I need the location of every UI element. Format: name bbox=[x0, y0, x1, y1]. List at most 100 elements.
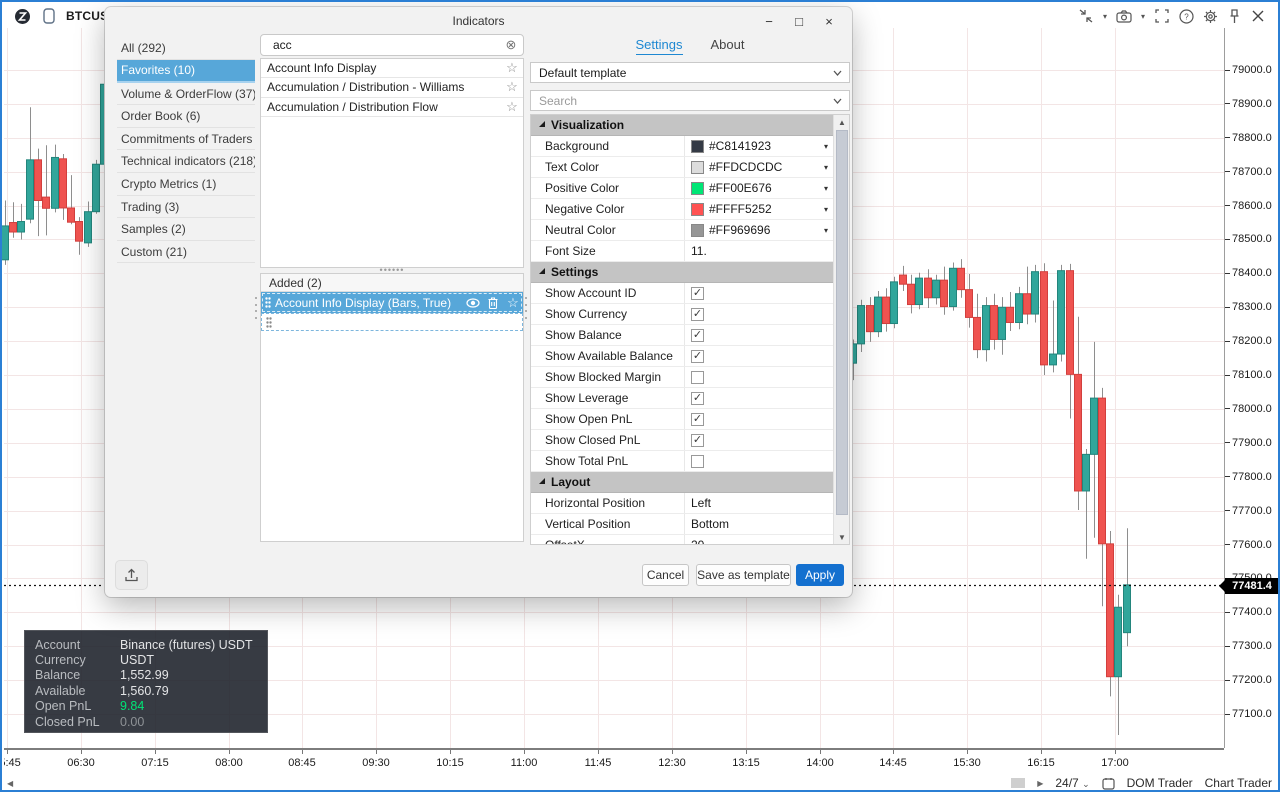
save-as-template-button[interactable]: Save as template bbox=[696, 564, 791, 586]
scrollbar-thumb[interactable] bbox=[836, 130, 848, 515]
pin-icon[interactable] bbox=[1224, 6, 1244, 26]
scrollbar-up-icon[interactable]: ▲ bbox=[834, 115, 850, 129]
price-axis[interactable]: 77481.4 79000.078900.078800.078700.07860… bbox=[1224, 28, 1278, 748]
property-grid-scrollbar[interactable]: ▲ ▼ bbox=[833, 115, 849, 544]
property-value[interactable]: #FFDCDCDC▾ bbox=[685, 157, 834, 177]
favorite-star-icon[interactable]: ☆ bbox=[501, 79, 523, 95]
property-value[interactable]: ✓ bbox=[685, 409, 834, 429]
property-value[interactable]: #FFFF5252▾ bbox=[685, 199, 834, 219]
dropdown-arrow-icon[interactable]: ▾ bbox=[824, 142, 828, 151]
chart-trader-button[interactable]: Chart Trader bbox=[1205, 776, 1272, 790]
drag-handle-icon[interactable] bbox=[261, 297, 275, 308]
dropdown-arrow-icon[interactable]: ▾ bbox=[824, 163, 828, 172]
category-item[interactable]: Order Book (6) bbox=[117, 105, 255, 128]
property-value[interactable]: #C8141923▾ bbox=[685, 136, 834, 156]
property-value[interactable]: Left bbox=[685, 493, 834, 513]
property-value[interactable]: #FF969696▾ bbox=[685, 220, 834, 240]
text-value[interactable]: Left bbox=[691, 496, 711, 510]
checkbox[interactable]: ✓ bbox=[691, 434, 704, 447]
property-value[interactable]: ✓ bbox=[685, 325, 834, 345]
checkbox[interactable] bbox=[691, 371, 704, 384]
dialog-close-button[interactable]: × bbox=[814, 11, 844, 31]
category-item[interactable]: Commitments of Traders (4) bbox=[117, 128, 255, 151]
property-value[interactable]: ✓ bbox=[685, 304, 834, 324]
checkbox[interactable]: ✓ bbox=[691, 287, 704, 300]
group-header[interactable]: Layout bbox=[531, 472, 834, 493]
apply-button[interactable]: Apply bbox=[796, 564, 844, 586]
indicator-search-input[interactable]: acc bbox=[261, 38, 499, 52]
indicator-search-box[interactable]: acc ⊗ bbox=[260, 34, 524, 56]
symbol-link-icon[interactable] bbox=[39, 6, 59, 26]
property-value[interactable]: 20 bbox=[685, 535, 834, 545]
collapse-panel-icon[interactable] bbox=[1076, 6, 1096, 26]
result-row[interactable]: Account Info Display☆ bbox=[261, 59, 523, 78]
scrollbar-down-icon[interactable]: ▼ bbox=[834, 530, 850, 544]
text-value[interactable]: Bottom bbox=[691, 517, 729, 531]
drag-handle-icon[interactable] bbox=[262, 317, 276, 328]
added-item-selected[interactable]: Account Info Display (Bars, True) ☆ bbox=[261, 292, 523, 313]
dialog-titlebar[interactable]: Indicators − □ × bbox=[105, 7, 852, 35]
category-item[interactable]: Trading (3) bbox=[117, 196, 255, 219]
import-template-button[interactable] bbox=[115, 560, 148, 590]
checkbox[interactable]: ✓ bbox=[691, 308, 704, 321]
category-item[interactable]: Volume & OrderFlow (37) bbox=[117, 83, 255, 106]
tab-settings[interactable]: Settings bbox=[636, 37, 683, 55]
category-item[interactable]: All (292) bbox=[117, 37, 255, 60]
dropdown-arrow-icon[interactable]: ▾ bbox=[824, 205, 828, 214]
dialog-minimize-button[interactable]: − bbox=[754, 11, 784, 31]
splitter-grip-right[interactable] bbox=[525, 297, 528, 319]
delete-trash-icon[interactable] bbox=[483, 297, 503, 309]
group-header[interactable]: Settings bbox=[531, 262, 834, 283]
favorite-star-icon[interactable]: ☆ bbox=[501, 99, 523, 115]
property-value[interactable]: ✓ bbox=[685, 388, 834, 408]
settings-search-combo[interactable]: Search bbox=[530, 90, 850, 111]
search-clear-icon[interactable]: ⊗ bbox=[499, 37, 523, 53]
settings-gear-icon[interactable] bbox=[1200, 6, 1220, 26]
session-selector[interactable]: 24/7 ⌄ bbox=[1055, 776, 1089, 790]
screenshot-camera-icon[interactable] bbox=[1114, 6, 1134, 26]
dom-trader-button[interactable]: DOM Trader bbox=[1127, 776, 1193, 790]
property-value[interactable]: #FF00E676▾ bbox=[685, 178, 834, 198]
checkbox[interactable]: ✓ bbox=[691, 329, 704, 342]
scroll-right-icon[interactable]: ▶ bbox=[1037, 779, 1043, 788]
property-value[interactable]: 11. bbox=[685, 241, 834, 261]
screenshot-caret-icon[interactable]: ▾ bbox=[1138, 12, 1148, 21]
favorite-star-icon[interactable]: ☆ bbox=[501, 60, 523, 76]
collapse-caret-icon[interactable]: ▾ bbox=[1100, 12, 1110, 21]
dropdown-arrow-icon[interactable]: ▾ bbox=[824, 226, 828, 235]
property-value[interactable]: ✓ bbox=[685, 430, 834, 450]
checkbox[interactable]: ✓ bbox=[691, 413, 704, 426]
dialog-maximize-button[interactable]: □ bbox=[784, 11, 814, 31]
help-icon[interactable]: ? bbox=[1176, 6, 1196, 26]
property-value[interactable] bbox=[685, 367, 834, 387]
property-value[interactable]: ✓ bbox=[685, 346, 834, 366]
category-item[interactable]: Crypto Metrics (1) bbox=[117, 173, 255, 196]
close-icon[interactable] bbox=[1248, 6, 1268, 26]
time-axis[interactable]: 05:4506:3007:1508:0008:4509:3010:1511:00… bbox=[4, 748, 1224, 774]
result-row[interactable]: Accumulation / Distribution - Williams☆ bbox=[261, 78, 523, 97]
text-value[interactable]: 20 bbox=[691, 538, 704, 545]
scroll-left-icon[interactable]: ◀ bbox=[4, 779, 13, 788]
checkbox[interactable]: ✓ bbox=[691, 350, 704, 363]
added-item-placeholder[interactable] bbox=[261, 313, 523, 331]
fullscreen-icon[interactable] bbox=[1152, 6, 1172, 26]
property-value[interactable]: Bottom bbox=[685, 514, 834, 534]
visibility-eye-icon[interactable] bbox=[463, 298, 483, 308]
splitter-grip-left[interactable] bbox=[255, 297, 258, 319]
result-row[interactable]: Accumulation / Distribution Flow☆ bbox=[261, 98, 523, 117]
checkbox[interactable]: ✓ bbox=[691, 392, 704, 405]
checkbox[interactable] bbox=[691, 455, 704, 468]
group-header[interactable]: Visualization bbox=[531, 115, 834, 136]
hscroll-thumb[interactable] bbox=[1011, 778, 1025, 788]
calendar-icon[interactable] bbox=[1102, 777, 1115, 790]
dropdown-arrow-icon[interactable]: ▾ bbox=[824, 184, 828, 193]
property-value[interactable] bbox=[685, 451, 834, 471]
property-value[interactable]: ✓ bbox=[685, 283, 834, 303]
category-item[interactable]: Technical indicators (218) bbox=[117, 150, 255, 173]
category-item[interactable]: Custom (21) bbox=[117, 241, 255, 264]
text-value[interactable]: 11. bbox=[691, 244, 707, 258]
tab-about[interactable]: About bbox=[711, 37, 745, 55]
favorite-star-icon[interactable]: ☆ bbox=[503, 295, 523, 311]
category-item[interactable]: Samples (2) bbox=[117, 218, 255, 241]
template-select[interactable]: Default template bbox=[530, 62, 850, 83]
